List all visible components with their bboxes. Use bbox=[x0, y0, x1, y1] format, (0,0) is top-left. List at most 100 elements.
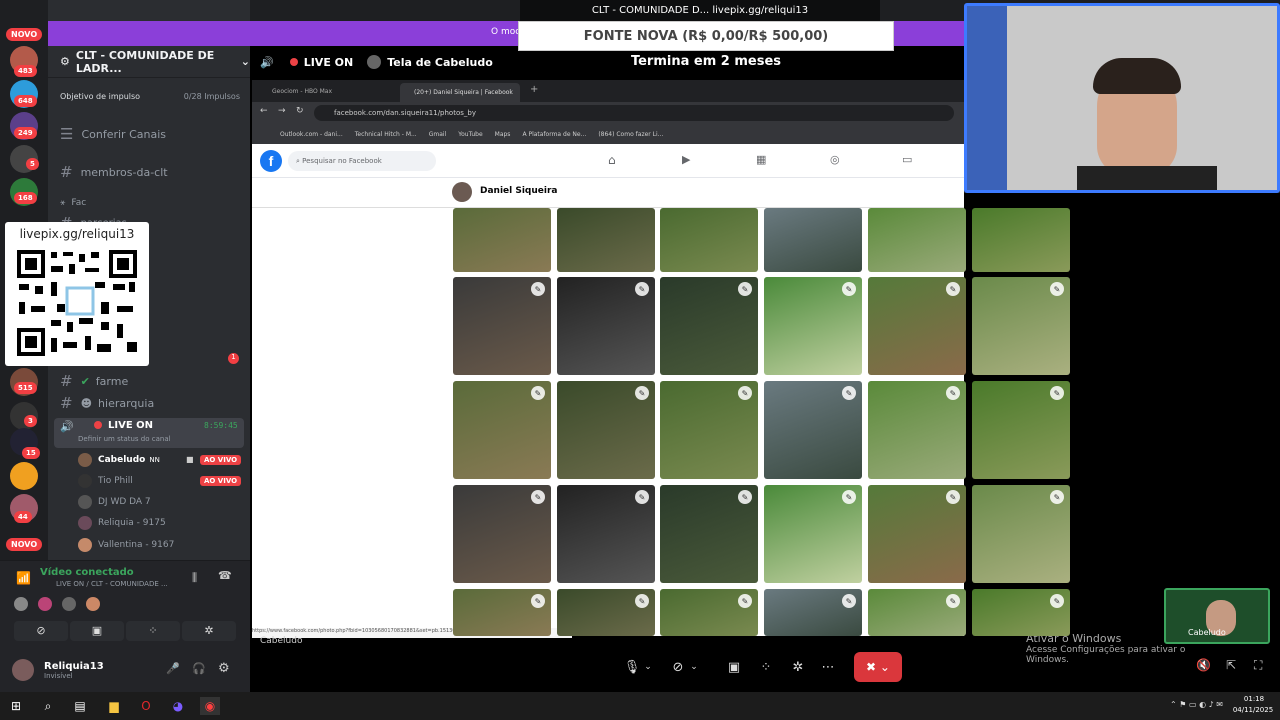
edit-icon[interactable]: ✎ bbox=[946, 594, 960, 608]
server-icon[interactable] bbox=[10, 462, 38, 490]
bookmark[interactable]: Outlook.com - dani... bbox=[280, 131, 343, 138]
photo-thumbnail[interactable] bbox=[660, 208, 758, 272]
bookmark[interactable]: (864) Como fazer Li... bbox=[598, 131, 663, 138]
system-tray-icons[interactable]: ⌃ ⚑ ▭ ◐ ♪ ✉ bbox=[1170, 700, 1223, 709]
category-fac[interactable]: ⚹ Fac bbox=[48, 192, 250, 214]
edit-icon[interactable]: ✎ bbox=[842, 386, 856, 400]
edit-icon[interactable]: ✎ bbox=[531, 594, 545, 608]
popout-icon[interactable]: ⇱ bbox=[1226, 658, 1236, 672]
bookmark[interactable]: YouTube bbox=[458, 131, 482, 138]
home-icon[interactable]: ⌂ bbox=[608, 153, 616, 167]
headphones-icon[interactable]: 🎧 bbox=[192, 662, 206, 675]
photo-thumbnail[interactable]: ✎ bbox=[764, 381, 862, 479]
opera-gx-icon[interactable]: ◉ bbox=[200, 697, 220, 715]
edit-icon[interactable]: ✎ bbox=[635, 386, 649, 400]
url-input[interactable]: facebook.com/dan.siqueira11/photos_by bbox=[314, 105, 954, 121]
photo-thumbnail[interactable]: ✎ bbox=[557, 381, 655, 479]
edit-icon[interactable]: ✎ bbox=[635, 490, 649, 504]
edit-icon[interactable]: ✎ bbox=[1050, 282, 1064, 296]
gaming-icon[interactable]: ▭ bbox=[902, 153, 912, 166]
photo-thumbnail[interactable]: ✎ bbox=[453, 277, 551, 375]
soundboard-button[interactable]: ✲ bbox=[182, 621, 236, 641]
screen-share-button[interactable]: ▣ bbox=[70, 621, 124, 641]
photo-thumbnail[interactable] bbox=[453, 208, 551, 272]
photo-thumbnail[interactable]: ✎ bbox=[972, 485, 1070, 583]
voice-channel-name[interactable]: LIVE ON / CLT - COMUNIDADE ... bbox=[56, 580, 168, 588]
photo-thumbnail[interactable]: ✎ bbox=[660, 381, 758, 479]
voice-channel-live[interactable]: 🔊 LIVE ON 8:59:45 Definir um status do c… bbox=[54, 418, 244, 448]
photo-thumbnail[interactable]: ✎ bbox=[660, 485, 758, 583]
voice-member[interactable]: DJ WD DA 7 bbox=[78, 492, 151, 512]
file-explorer-icon[interactable]: ▆ bbox=[104, 697, 124, 715]
stream-channel[interactable]: LIVE ON bbox=[304, 56, 354, 69]
channel-membros[interactable]: # membros-da-clt bbox=[48, 161, 250, 183]
soundboard-button[interactable]: ✲ bbox=[784, 655, 812, 679]
marketplace-icon[interactable]: ▦ bbox=[756, 153, 766, 166]
task-view-icon[interactable]: ▤ bbox=[70, 697, 90, 715]
camera-off-button[interactable]: ⊘ bbox=[14, 621, 68, 641]
browser-tab[interactable]: Geociom - HBO Max bbox=[272, 84, 390, 100]
microphone-icon[interactable]: 🎤 bbox=[166, 662, 180, 675]
edit-icon[interactable]: ✎ bbox=[531, 490, 545, 504]
video-icon[interactable]: ▶ bbox=[682, 153, 690, 166]
edit-icon[interactable]: ✎ bbox=[635, 282, 649, 296]
windows-start-icon[interactable]: ⊞ bbox=[6, 697, 26, 715]
photo-thumbnail[interactable]: ✎ bbox=[764, 277, 862, 375]
photo-thumbnail[interactable]: ✎ bbox=[972, 277, 1070, 375]
edit-icon[interactable]: ✎ bbox=[842, 490, 856, 504]
bookmark[interactable]: A Plataforma de Ne... bbox=[522, 131, 586, 138]
clock-time[interactable]: 01:18 bbox=[1236, 695, 1272, 703]
photo-thumbnail[interactable]: ✎ bbox=[868, 381, 966, 479]
bookmark[interactable]: Technical Hitch - M... bbox=[355, 131, 417, 138]
edit-icon[interactable]: ✎ bbox=[531, 386, 545, 400]
edit-icon[interactable]: ✎ bbox=[738, 386, 752, 400]
facebook-logo-icon[interactable]: f bbox=[260, 150, 282, 172]
edit-icon[interactable]: ✎ bbox=[842, 594, 856, 608]
voice-status[interactable]: Vídeo conectado bbox=[40, 567, 134, 578]
photo-thumbnail[interactable] bbox=[972, 208, 1070, 272]
clock-date[interactable]: 04/11/2025 bbox=[1230, 706, 1276, 714]
photo-thumbnail[interactable]: ✎ bbox=[868, 277, 966, 375]
plus-icon[interactable]: + bbox=[530, 84, 538, 95]
discord-icon[interactable]: ◕ bbox=[168, 697, 188, 715]
screen-share-button[interactable]: ▣ bbox=[720, 655, 748, 679]
voice-member[interactable]: Cabeludo NN bbox=[78, 450, 160, 470]
activities-button[interactable]: ⁘ bbox=[752, 655, 780, 679]
new-badge[interactable]: NOVO bbox=[6, 28, 43, 41]
photo-thumbnail[interactable]: ✎ bbox=[557, 277, 655, 375]
photo-thumbnail[interactable]: ✎ bbox=[453, 589, 551, 636]
photo-thumbnail[interactable]: ✎ bbox=[660, 277, 758, 375]
bookmark[interactable]: Gmail bbox=[429, 131, 447, 138]
voice-member[interactable]: Vallentina - 9167 bbox=[78, 535, 174, 555]
fullscreen-icon[interactable]: ⛶ bbox=[1254, 658, 1262, 673]
leave-call-button[interactable]: ✖ ⌄ bbox=[854, 652, 902, 682]
boost-goal[interactable]: Objetivo de impulso 0/28 Impulsos bbox=[60, 92, 240, 101]
reload-icon[interactable]: ↻ bbox=[296, 106, 304, 116]
chevron-down-icon[interactable]: ⌄ bbox=[686, 655, 702, 679]
edit-icon[interactable]: ✎ bbox=[946, 386, 960, 400]
photo-thumbnail[interactable]: ✎ bbox=[660, 589, 758, 636]
edit-icon[interactable]: ✎ bbox=[1050, 490, 1064, 504]
edit-icon[interactable]: ✎ bbox=[1050, 594, 1064, 608]
photo-thumbnail[interactable]: ✎ bbox=[868, 485, 966, 583]
disconnect-icon[interactable]: ☎ bbox=[218, 569, 232, 582]
activities-button[interactable]: ⁘ bbox=[126, 621, 180, 641]
photo-thumbnail[interactable]: ✎ bbox=[453, 381, 551, 479]
soundboard-icon[interactable]: ⫼ bbox=[192, 571, 197, 585]
guild-header[interactable]: ⚙ CLT - COMUNIDADE DE LADR... ⌄ bbox=[48, 46, 250, 78]
channel-hierarquia[interactable]: # ☻ hierarquia bbox=[48, 392, 250, 414]
edit-icon[interactable]: ✎ bbox=[946, 490, 960, 504]
photo-thumbnail[interactable]: ✎ bbox=[557, 589, 655, 636]
edit-icon[interactable]: ✎ bbox=[635, 594, 649, 608]
photo-thumbnail[interactable] bbox=[764, 208, 862, 272]
photo-thumbnail[interactable]: ✎ bbox=[868, 589, 966, 636]
groups-icon[interactable]: ◎ bbox=[830, 153, 840, 166]
search-input[interactable]: ⌕ Pesquisar no Facebook bbox=[288, 151, 436, 171]
edit-icon[interactable]: ✎ bbox=[946, 282, 960, 296]
chevron-down-icon[interactable]: ⌄ bbox=[640, 655, 656, 679]
photo-thumbnail[interactable] bbox=[557, 208, 655, 272]
avatar[interactable] bbox=[12, 659, 34, 681]
photo-thumbnail[interactable]: ✎ bbox=[557, 485, 655, 583]
edit-icon[interactable]: ✎ bbox=[738, 490, 752, 504]
edit-icon[interactable]: ✎ bbox=[531, 282, 545, 296]
